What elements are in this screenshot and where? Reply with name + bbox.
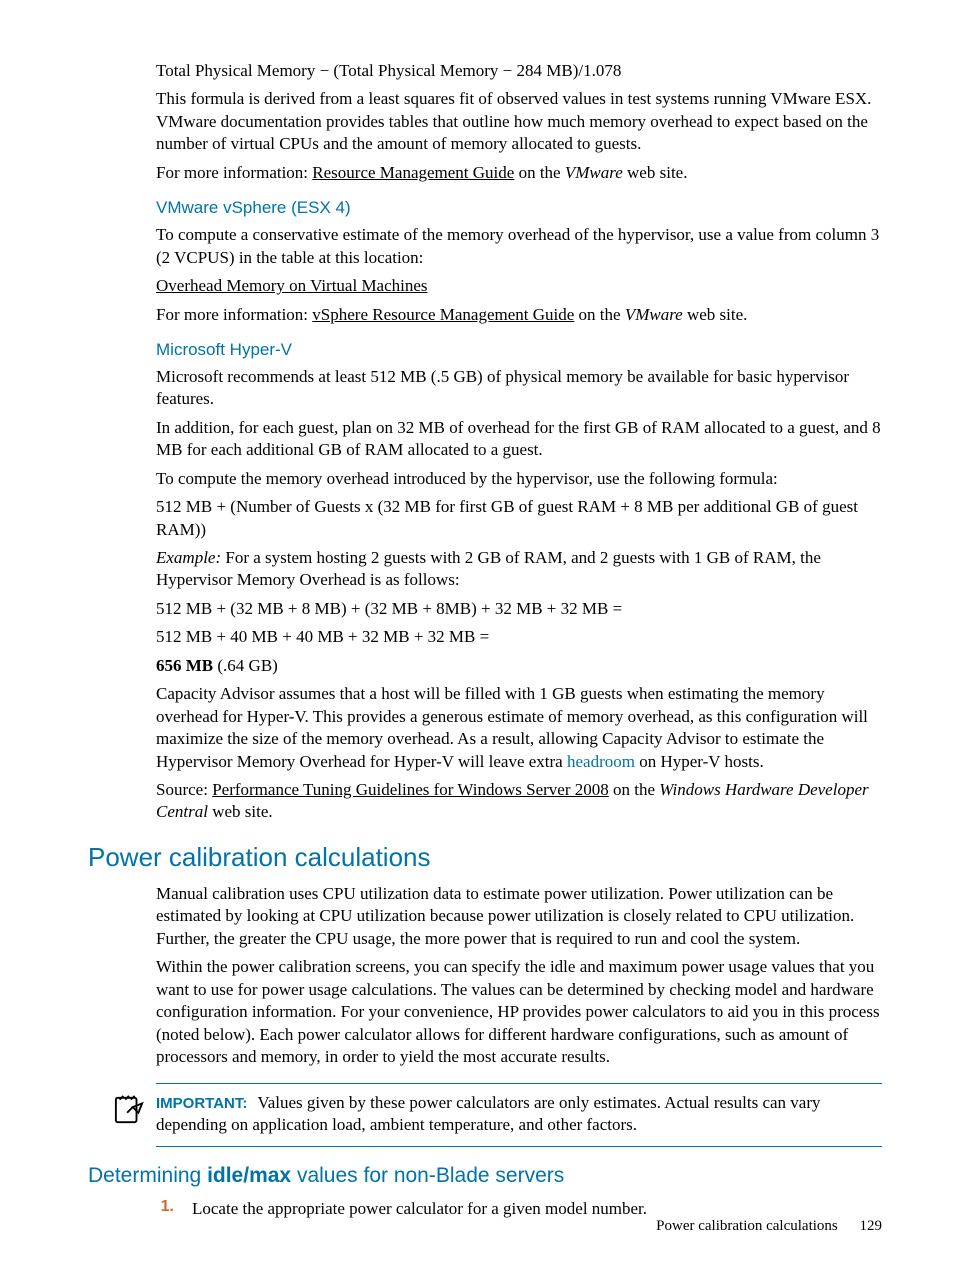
text: web site. [208, 802, 273, 821]
page-footer: Power calibration calculations 129 [656, 1218, 882, 1235]
hyperv-p3: To compute the memory overhead introduce… [156, 468, 882, 490]
important-label: IMPORTANT: [156, 1095, 247, 1112]
overhead-memory-link[interactable]: Overhead Memory on Virtual Machines [156, 276, 428, 295]
list-number: 1. [156, 1198, 174, 1220]
hyperv-example-intro: Example: For a system hosting 2 guests w… [156, 547, 882, 592]
important-callout: IMPORTANT: Values given by these power c… [156, 1083, 882, 1148]
heading-power-calibration: Power calibration calculations [88, 842, 882, 873]
text: Determining [88, 1164, 207, 1187]
formula-derivation: This formula is derived from a least squ… [156, 88, 882, 155]
hyperv-calc-line2: 512 MB + 40 MB + 40 MB + 32 MB + 32 MB = [156, 626, 882, 648]
important-body: IMPORTANT: Values given by these power c… [156, 1092, 882, 1137]
heading-hyperv: Microsoft Hyper-V [156, 340, 882, 360]
text: on the [514, 163, 565, 182]
footer-title: Power calibration calculations [656, 1218, 838, 1234]
headroom-link[interactable]: headroom [567, 752, 635, 771]
hyperv-p2: In addition, for each guest, plan on 32 … [156, 417, 882, 462]
example-label: Example: [156, 548, 221, 567]
hyperv-result: 656 MB (.64 GB) [156, 655, 882, 677]
body-content: Total Physical Memory − (Total Physical … [156, 60, 882, 1220]
vsphere-p1: To compute a conservative estimate of th… [156, 224, 882, 269]
ordered-list-item: 1. Locate the appropriate power calculat… [156, 1198, 882, 1220]
text: values for non-Blade servers [291, 1164, 564, 1187]
overhead-memory-link-line: Overhead Memory on Virtual Machines [156, 275, 882, 297]
text: (.64 GB) [213, 656, 278, 675]
important-text: Values given by these power calculators … [156, 1093, 821, 1134]
power-p2: Within the power calibration screens, yo… [156, 956, 882, 1068]
hyperv-formula: 512 MB + (Number of Guests x (32 MB for … [156, 496, 882, 541]
text: For a system hosting 2 guests with 2 GB … [156, 548, 821, 589]
text: on the [574, 305, 625, 324]
text: on Hyper-V hosts. [635, 752, 764, 771]
hyperv-assumption: Capacity Advisor assumes that a host wil… [156, 683, 882, 773]
heading-idlemax: Determining idle/max values for non-Blad… [88, 1163, 882, 1189]
page-number: 129 [860, 1218, 883, 1234]
text: web site. [683, 305, 748, 324]
list-text: Locate the appropriate power calculator … [192, 1198, 647, 1220]
result-value: 656 MB [156, 656, 213, 675]
text: web site. [623, 163, 688, 182]
hyperv-p1: Microsoft recommends at least 512 MB (.5… [156, 366, 882, 411]
text: on the [609, 780, 660, 799]
heading-bold: idle/max [207, 1164, 291, 1187]
site-name: VMware [625, 305, 683, 324]
text: For more information: [156, 305, 312, 324]
vsphere-moreinfo: For more information: vSphere Resource M… [156, 304, 882, 326]
moreinfo-line: For more information: Resource Managemen… [156, 162, 882, 184]
text: Source: [156, 780, 212, 799]
perf-tuning-guidelines-link[interactable]: Performance Tuning Guidelines for Window… [212, 780, 609, 799]
power-p1: Manual calibration uses CPU utilization … [156, 883, 882, 950]
document-page: Total Physical Memory − (Total Physical … [0, 0, 954, 1271]
resource-mgmt-guide-link[interactable]: Resource Management Guide [312, 163, 514, 182]
hyperv-calc-line1: 512 MB + (32 MB + 8 MB) + (32 MB + 8MB) … [156, 598, 882, 620]
heading-vsphere: VMware vSphere (ESX 4) [156, 198, 882, 218]
important-icon [114, 1092, 144, 1129]
hyperv-source: Source: Performance Tuning Guidelines fo… [156, 779, 882, 824]
formula-line: Total Physical Memory − (Total Physical … [156, 60, 882, 82]
text: For more information: [156, 163, 312, 182]
vsphere-resource-guide-link[interactable]: vSphere Resource Management Guide [312, 305, 574, 324]
site-name: VMware [565, 163, 623, 182]
